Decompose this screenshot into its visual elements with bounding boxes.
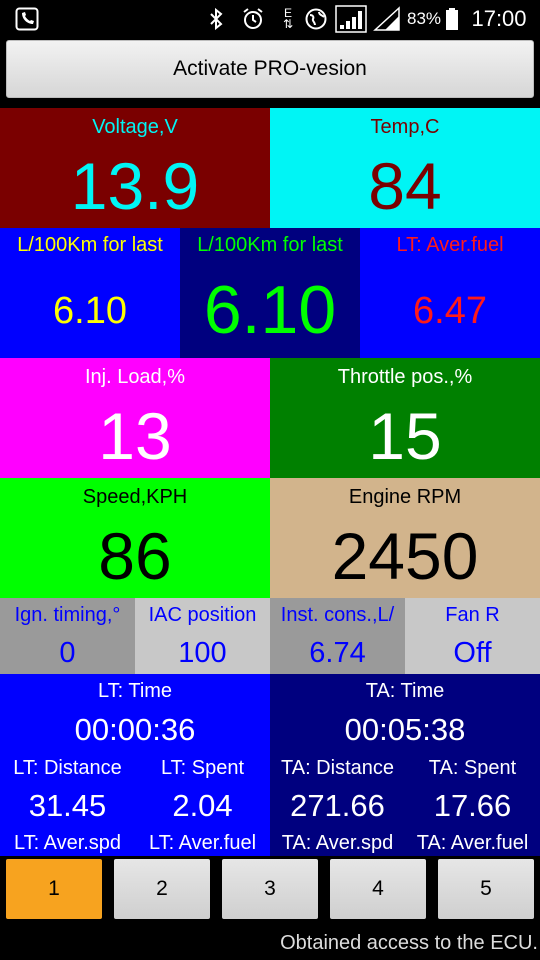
temp-value: 84 — [368, 149, 442, 223]
ta-trip-panel[interactable]: TA: Time 00:05:38 TA: Distance TA: Spent… — [270, 674, 540, 856]
tab-2[interactable]: 2 — [114, 859, 210, 919]
activate-pro-button[interactable]: Activate PRO-vesion — [6, 40, 534, 98]
page-tabs: 1 2 3 4 5 — [0, 856, 540, 926]
lt-spent-label: LT: Spent — [160, 757, 245, 779]
ign-timing-gauge[interactable]: Ign. timing,° 0 — [0, 598, 135, 674]
inst-cons-label: Inst. cons.,L/ — [280, 604, 395, 626]
inj-load-gauge[interactable]: Inj. Load,% 13 — [0, 358, 270, 478]
ta-aver-spd-label: TA: Aver.spd — [281, 832, 394, 854]
iac-label: IAC position — [148, 604, 257, 626]
lt-distance-value: 31.45 — [28, 788, 107, 823]
throttle-value: 15 — [368, 399, 442, 473]
iac-value: 100 — [178, 637, 227, 669]
fuel-last-main-gauge[interactable]: L/100Km for last 6.10 — [180, 228, 360, 358]
tab-4[interactable]: 4 — [330, 859, 426, 919]
bluetooth-icon — [206, 0, 226, 38]
tab-3[interactable]: 3 — [222, 859, 318, 919]
fuel-last-left-gauge[interactable]: L/100Km for last 6.10 — [0, 228, 180, 358]
temp-label: Temp,C — [370, 116, 440, 138]
ta-spent-label: TA: Spent — [428, 757, 517, 779]
rpm-value: 2450 — [331, 519, 479, 593]
iac-gauge[interactable]: IAC position 100 — [135, 598, 270, 674]
data-e-icon: E ⇅ — [282, 6, 294, 31]
voltage-label: Voltage,V — [92, 116, 178, 138]
speed-label: Speed,KPH — [82, 486, 188, 508]
fan-value: Off — [453, 637, 492, 669]
rpm-label: Engine RPM — [348, 486, 462, 508]
connection-status: Obtained access to the ECU. — [0, 926, 540, 960]
ign-timing-label: Ign. timing,° — [14, 604, 121, 626]
inst-cons-gauge[interactable]: Inst. cons.,L/ 6.74 — [270, 598, 405, 674]
inst-cons-value: 6.74 — [309, 637, 366, 669]
ta-time-value: 00:05:38 — [344, 712, 466, 747]
ta-distance-value: 271.66 — [290, 788, 385, 823]
lt-trip-panel[interactable]: LT: Time 00:00:36 LT: Distance LT: Spent… — [0, 674, 270, 856]
fan-gauge[interactable]: Fan R Off — [405, 598, 540, 674]
tab-1[interactable]: 1 — [6, 859, 102, 919]
phone-icon — [14, 0, 40, 38]
fuel-last-left-label: L/100Km for last — [17, 234, 163, 256]
battery-icon — [444, 0, 460, 38]
rpm-gauge[interactable]: Engine RPM 2450 — [270, 478, 540, 598]
lt-aver-spd-label: LT: Aver.spd — [13, 832, 122, 854]
temp-gauge[interactable]: Temp,C 84 — [270, 108, 540, 228]
lt-aver-fuel-bottom-label: LT: Aver.fuel — [148, 832, 257, 854]
status-bar: E ⇅ 83% 17:00 — [0, 0, 540, 38]
alarm-icon — [240, 0, 266, 38]
signal2-icon — [372, 0, 402, 38]
lt-spent-value: 2.04 — [172, 788, 233, 823]
ta-aver-fuel-label: TA: Aver.fuel — [416, 832, 529, 854]
lt-time-label: LT: Time — [97, 680, 173, 702]
fuel-last-left-value: 6.10 — [53, 290, 127, 332]
lt-aver-fuel-gauge[interactable]: LT: Aver.fuel 6.47 — [360, 228, 540, 358]
speed-value: 86 — [98, 519, 172, 593]
lt-aver-fuel-value: 6.47 — [413, 290, 487, 332]
fuel-last-main-label: L/100Km for last — [197, 234, 343, 256]
speed-gauge[interactable]: Speed,KPH 86 — [0, 478, 270, 598]
throttle-label: Throttle pos.,% — [337, 366, 473, 388]
lt-aver-fuel-label: LT: Aver.fuel — [396, 234, 504, 256]
lt-distance-label: LT: Distance — [13, 757, 122, 779]
battery-percent: 83% — [406, 9, 442, 28]
voltage-gauge[interactable]: Voltage,V 13.9 — [0, 108, 270, 228]
fan-label: Fan R — [445, 604, 500, 626]
ign-timing-value: 0 — [59, 637, 76, 669]
lt-time-value: 00:00:36 — [74, 712, 196, 747]
tab-5[interactable]: 5 — [438, 859, 534, 919]
status-time: 17:00 — [471, 6, 527, 31]
ta-spent-value: 17.66 — [433, 788, 512, 823]
voltage-value: 13.9 — [70, 149, 200, 223]
throttle-gauge[interactable]: Throttle pos.,% 15 — [270, 358, 540, 478]
signal-icon — [334, 0, 368, 38]
ta-distance-label: TA: Distance — [281, 757, 394, 779]
inj-load-value: 13 — [98, 399, 172, 473]
globe-icon — [304, 0, 328, 38]
ta-time-label: TA: Time — [365, 680, 445, 702]
top-bar: Activate PRO-vesion — [0, 38, 540, 104]
fuel-last-main-value: 6.10 — [203, 272, 337, 348]
inj-load-label: Inj. Load,% — [84, 366, 186, 388]
